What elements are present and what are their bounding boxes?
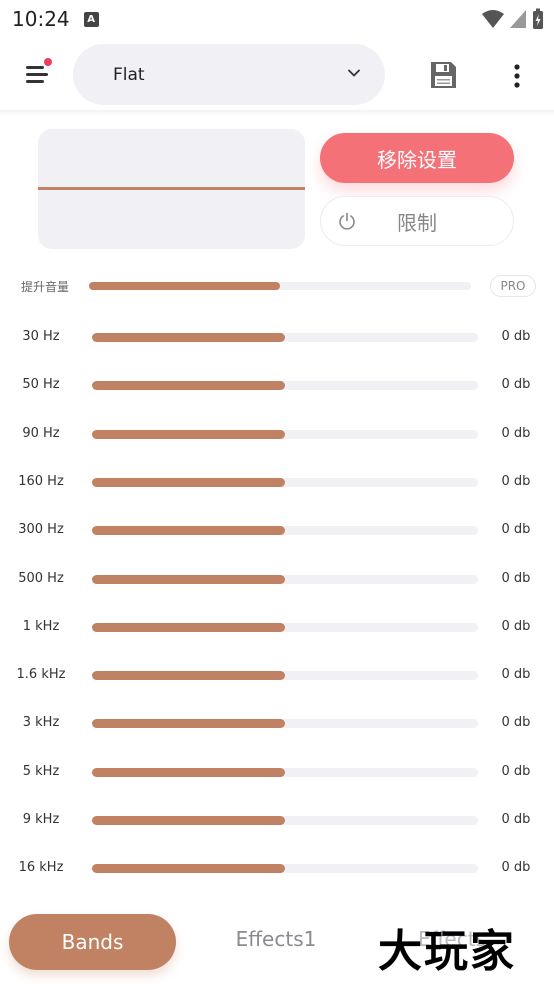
eq-band-frequency: 9 kHz bbox=[22, 812, 60, 827]
eq-band-row: 9 kHz 0 db bbox=[0, 811, 554, 831]
eq-band-row: 1.6 kHz 0 db bbox=[0, 666, 554, 686]
eq-band-slider-fill bbox=[92, 477, 285, 487]
eq-band-gain-value: 0 db bbox=[501, 763, 531, 779]
eq-band-gain-value: 0 db bbox=[501, 473, 531, 489]
eq-band-slider[interactable] bbox=[92, 333, 478, 342]
notification-a-icon: A bbox=[83, 11, 99, 27]
save-icon[interactable] bbox=[428, 60, 458, 90]
eq-band-row: 1 kHz 0 db bbox=[0, 618, 554, 638]
eq-band-gain-value: 0 db bbox=[501, 377, 531, 393]
signal-icon bbox=[510, 10, 526, 28]
eq-band-row: 50 Hz 0 db bbox=[0, 376, 554, 396]
eq-band-gain-value: 0 db bbox=[501, 570, 531, 586]
eq-band-frequency: 30 Hz bbox=[22, 329, 60, 344]
eq-band-frequency: 16 kHz bbox=[18, 860, 64, 876]
remove-settings-button[interactable]: 移除设置 bbox=[320, 133, 514, 183]
status-time: 10:24 bbox=[12, 7, 70, 31]
eq-band-row: 3 kHz 0 db bbox=[0, 714, 554, 734]
eq-band-frequency: 160 Hz bbox=[18, 473, 64, 489]
eq-band-gain-value: 0 db bbox=[501, 425, 531, 441]
eq-band-slider[interactable] bbox=[92, 622, 478, 632]
eq-band-gain-value: 0 db bbox=[501, 860, 531, 876]
power-icon bbox=[339, 212, 355, 230]
eq-band-slider-fill bbox=[92, 381, 285, 391]
eq-band-slider-fill bbox=[92, 671, 285, 681]
eq-band-gain-value: 0 db bbox=[501, 715, 531, 731]
eq-band-gain-value: 0 db bbox=[501, 618, 531, 634]
preset-dropdown[interactable]: Flat bbox=[73, 44, 385, 105]
status-bar: 10:24 A bbox=[0, 0, 554, 38]
eq-band-slider-fill bbox=[92, 622, 285, 632]
eq-band-slider-fill bbox=[92, 429, 285, 439]
eq-band-frequency: 90 Hz bbox=[22, 425, 60, 441]
eq-band-row: 30 Hz 0 db bbox=[0, 328, 554, 348]
tab-bands[interactable]: Bands bbox=[9, 914, 176, 970]
eq-band-slider[interactable] bbox=[92, 574, 478, 584]
eq-band-slider-fill bbox=[92, 719, 285, 729]
notification-dot-icon bbox=[44, 58, 52, 66]
bottom-tab-bar: Bands Effects1 Effects 大玩家 bbox=[0, 905, 554, 984]
eq-band-frequency: 1.6 kHz bbox=[16, 667, 66, 683]
limit-label: 限制 bbox=[397, 210, 437, 235]
eq-band-slider[interactable] bbox=[92, 767, 478, 777]
eq-band-row: 500 Hz 0 db bbox=[0, 570, 554, 590]
eq-band-frequency: 500 Hz bbox=[18, 570, 64, 586]
chevron-down-icon bbox=[348, 69, 360, 77]
eq-band-frequency: 50 Hz bbox=[22, 377, 60, 393]
eq-curve-line bbox=[38, 187, 305, 190]
menu-icon-line bbox=[26, 73, 48, 76]
eq-band-gain-value: 0 db bbox=[501, 812, 531, 827]
eq-band-row: 90 Hz 0 db bbox=[0, 425, 554, 445]
eq-band-frequency: 1 kHz bbox=[22, 618, 60, 634]
limit-toggle-button[interactable]: 限制 bbox=[320, 196, 514, 246]
eq-band-slider-fill bbox=[92, 574, 285, 584]
eq-band-frequency: 5 kHz bbox=[22, 763, 60, 779]
eq-band-row: 300 Hz 0 db bbox=[0, 521, 554, 541]
eq-band-slider-fill bbox=[92, 864, 285, 874]
header-shadow bbox=[0, 110, 554, 116]
eq-band-row: 5 kHz 0 db bbox=[0, 763, 554, 783]
eq-band-slider[interactable] bbox=[92, 864, 478, 874]
pro-badge-label: PRO bbox=[500, 279, 526, 293]
eq-band-gain-value: 0 db bbox=[501, 522, 531, 538]
menu-button[interactable] bbox=[22, 58, 54, 90]
menu-icon-line bbox=[26, 80, 44, 83]
menu-icon-line bbox=[26, 66, 44, 69]
volume-boost-label: 提升音量 bbox=[21, 280, 70, 294]
eq-band-frequency: 3 kHz bbox=[22, 715, 60, 731]
eq-band-gain-value: 0 db bbox=[501, 667, 531, 683]
eq-band-gain-value: 0 db bbox=[501, 329, 531, 344]
status-icons bbox=[482, 8, 544, 30]
tab-bands-label: Bands bbox=[61, 930, 124, 954]
eq-band-row: 16 kHz 0 db bbox=[0, 859, 554, 879]
wifi-icon bbox=[482, 10, 504, 28]
eq-band-slider-fill bbox=[92, 767, 285, 777]
eq-band-row: 160 Hz 0 db bbox=[0, 473, 554, 493]
eq-band-slider-fill bbox=[92, 816, 285, 825]
eq-band-slider[interactable] bbox=[92, 719, 478, 729]
eq-band-slider[interactable] bbox=[92, 671, 478, 681]
tab-effects1[interactable]: Effects1 bbox=[214, 927, 338, 951]
eq-band-slider[interactable] bbox=[92, 816, 478, 825]
preset-selected-value: Flat bbox=[113, 64, 145, 85]
top-bar: Flat bbox=[0, 38, 554, 110]
eq-band-slider-fill bbox=[92, 333, 285, 342]
eq-curve-preview bbox=[38, 129, 305, 249]
pro-badge[interactable]: PRO bbox=[490, 275, 536, 297]
battery-icon bbox=[533, 8, 543, 29]
eq-band-slider[interactable] bbox=[92, 526, 478, 536]
watermark-logo: 大玩家 bbox=[378, 926, 516, 977]
eq-band-slider[interactable] bbox=[92, 381, 478, 391]
eq-band-slider[interactable] bbox=[92, 477, 478, 487]
eq-band-frequency: 300 Hz bbox=[18, 522, 64, 538]
remove-settings-label: 移除设置 bbox=[377, 147, 457, 172]
eq-band-slider-fill bbox=[92, 526, 285, 536]
more-vert-icon[interactable] bbox=[505, 62, 529, 90]
volume-boost-fill bbox=[89, 282, 280, 290]
volume-boost-slider[interactable] bbox=[89, 282, 471, 290]
eq-band-slider[interactable] bbox=[92, 429, 478, 439]
